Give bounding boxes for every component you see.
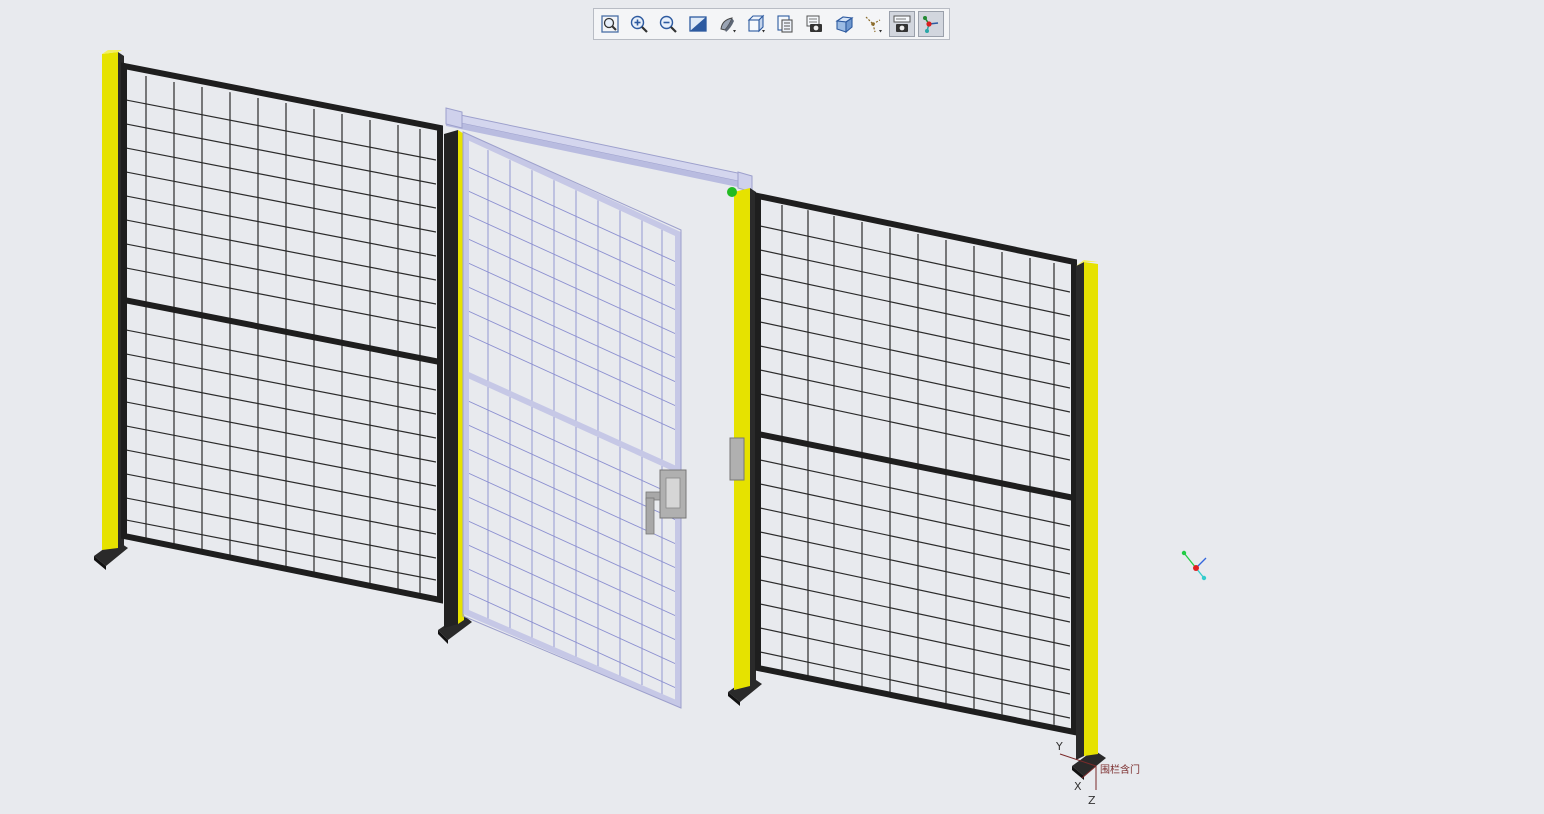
- zoom-in-icon: [630, 15, 648, 33]
- shading-icon: [720, 17, 736, 33]
- datum-display-button[interactable]: [860, 11, 886, 37]
- left-fence-panel: [94, 50, 472, 644]
- saved-views-icon: [747, 14, 765, 33]
- end-post: [1072, 260, 1106, 780]
- snapshot-icon: [806, 15, 823, 32]
- view-manager-icon: [777, 15, 793, 33]
- shading-button[interactable]: [714, 11, 740, 37]
- annotation-display-icon: [893, 15, 911, 32]
- zoom-fit-icon: [601, 15, 619, 33]
- spin-center-triad[interactable]: [1181, 550, 1207, 581]
- zoom-window-icon: [688, 16, 707, 32]
- latch-striker: [729, 437, 745, 481]
- y-axis-label: Y: [1055, 740, 1063, 753]
- zoom-window-button[interactable]: [685, 11, 711, 37]
- model-scene[interactable]: Y X Z 围栏含门: [0, 0, 1544, 814]
- zoom-out-button[interactable]: [655, 11, 681, 37]
- view-toolbar: [593, 8, 950, 40]
- annotation-display-button[interactable]: [888, 11, 915, 37]
- spin-center-icon: [923, 16, 939, 33]
- swing-door: [445, 107, 753, 709]
- datum-display-icon: [865, 16, 882, 33]
- right-frame: [755, 192, 1077, 736]
- zoom-in-button[interactable]: [626, 11, 652, 37]
- door-frame: [463, 131, 681, 709]
- z-axis-label: Z: [1088, 794, 1096, 807]
- zoom-out-icon: [660, 15, 678, 33]
- saved-views-button[interactable]: [743, 11, 769, 37]
- perspective-button[interactable]: [831, 11, 857, 37]
- hinge-marker: [727, 187, 737, 197]
- right-fence-panel: [727, 187, 1106, 780]
- left-mesh: [126, 76, 436, 593]
- perspective-icon: [834, 16, 854, 34]
- model-name-label: 围栏含门: [1100, 763, 1140, 776]
- left-frame: [121, 62, 443, 604]
- zoom-fit-button[interactable]: [597, 11, 623, 37]
- x-axis-label: X: [1074, 780, 1082, 793]
- snapshot-button[interactable]: [801, 11, 827, 37]
- spin-center-button[interactable]: [918, 11, 945, 37]
- model-viewport[interactable]: Y X Z 围栏含门: [0, 0, 1544, 814]
- view-manager-button[interactable]: [772, 11, 798, 37]
